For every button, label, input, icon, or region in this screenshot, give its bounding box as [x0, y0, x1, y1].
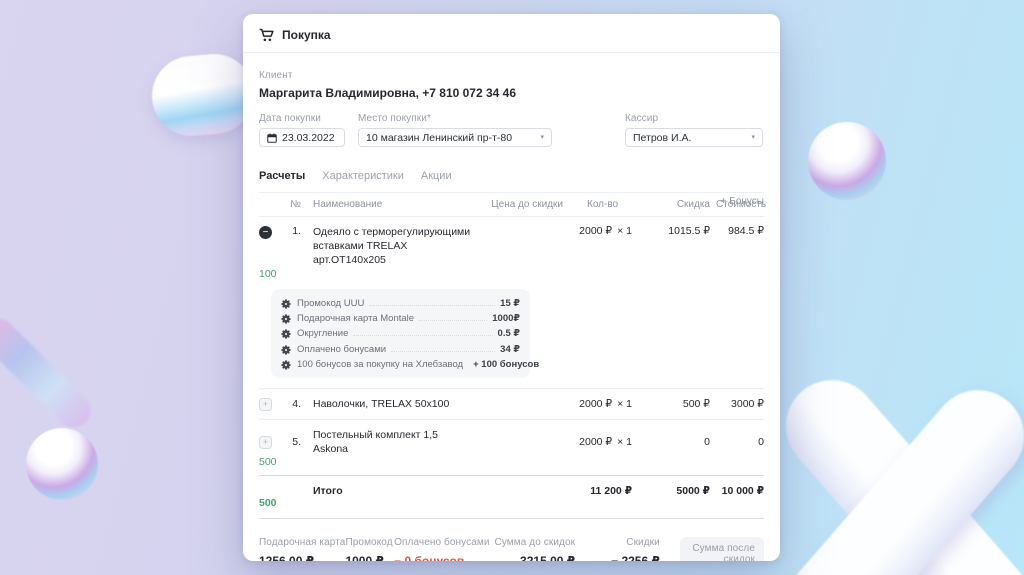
cashier-label: Кассир	[625, 113, 659, 124]
header-divider	[243, 52, 780, 53]
calendar-icon	[267, 133, 277, 143]
expand-row-button[interactable]: +	[259, 435, 272, 449]
purchase-date-field-group: Дата покупки 23.03.2022	[259, 113, 345, 147]
purchase-modal: Покупка Клиент Маргарита Владимировна, +…	[243, 14, 780, 561]
item-name: Постельный комплект 1,5 Askona	[313, 428, 439, 455]
cashier-select[interactable]: Петров И.А. ▾	[625, 128, 763, 147]
bg-sphere-right	[808, 122, 886, 200]
total-label: Итого	[313, 484, 343, 497]
detail-row-paid-bonuses: Оплачено бонусами 34 ₽	[281, 342, 520, 357]
payment-summary: Подарочная карта 1256.00 ₽ Промокод 1000…	[243, 536, 780, 561]
discount-seal-icon	[281, 298, 291, 309]
cart-icon	[259, 28, 274, 42]
row-number: 1.	[292, 225, 301, 237]
row-number: 4.	[292, 398, 301, 411]
page-title: Покупка	[282, 28, 331, 42]
detail-row-gift-card: Подарочная карта Montale 1000₽	[281, 311, 520, 326]
bg-sphere-left	[26, 428, 98, 500]
item-bonus: 500	[259, 455, 277, 468]
client-label: Клиент	[259, 70, 293, 81]
modal-header: Покупка	[243, 14, 780, 52]
item-discount: 0	[704, 435, 710, 448]
col-number: №	[290, 199, 301, 210]
purchase-place-field-group: Место покупки* 10 магазин Ленинский пр-т…	[358, 113, 552, 147]
client-name: Маргарита Владимировна, +7 810 072 34 46	[259, 86, 517, 100]
col-bonus: + Бонусы	[720, 196, 764, 207]
items-table: № Наименование Цена до скидки Кол-во Ски…	[243, 182, 780, 519]
table-header-row: № Наименование Цена до скидки Кол-во Ски…	[259, 192, 766, 217]
purchase-date-label: Дата покупки	[259, 113, 321, 124]
total-price: 11 200 ₽	[590, 484, 632, 497]
item-price-qty: 2000 ₽ × 1	[579, 398, 632, 411]
item-cost: 984.5 ₽	[728, 225, 764, 237]
purchase-date-value: 23.03.2022	[282, 131, 335, 144]
item-bonus: 100	[259, 267, 277, 280]
item-cost: 3000 ₽	[731, 398, 764, 411]
discount-seal-icon	[281, 345, 291, 355]
row-number: 5.	[292, 435, 301, 448]
chevron-down-icon: ▾	[751, 134, 755, 141]
detail-row-purchase-bonuses: 100 бонусов за покупку на Хлебзавод + 10…	[281, 357, 539, 372]
table-row: + 5. Постельный комплект 1,5 Askona 2000…	[259, 420, 764, 475]
detail-row-rounding: Округление 0.5 ₽	[281, 326, 520, 341]
summary-discounts: Скидки − 2256 ₽	[611, 536, 660, 561]
purchase-place-select[interactable]: 10 магазин Ленинский пр-т-80 ▾	[358, 128, 552, 147]
collapse-row-button[interactable]: −	[259, 226, 272, 239]
tab-characteristics[interactable]: Характеристики	[322, 170, 404, 182]
summary-promocode: Промокод 1000 ₽	[345, 536, 393, 561]
total-discount: 5000 ₽	[676, 484, 710, 497]
chevron-down-icon: ▾	[540, 134, 544, 141]
discount-seal-icon	[281, 314, 291, 324]
detail-row-promocode: Промокод UUU 15 ₽	[281, 296, 520, 311]
summary-gift-card: Подарочная карта 1256.00 ₽	[259, 536, 346, 561]
tab-calculations[interactable]: Расчеты	[259, 170, 305, 182]
bg-rod-shape	[0, 311, 98, 435]
expand-row-button[interactable]: +	[259, 398, 272, 412]
col-price: Цена до скидки	[491, 199, 563, 210]
total-cost: 10 000 ₽	[721, 484, 764, 497]
tab-bar: Расчеты Характеристики Акции	[243, 170, 780, 182]
tab-promotions[interactable]: Акции	[421, 170, 452, 182]
client-block: Клиент Маргарита Владимировна, +7 810 07…	[243, 70, 780, 100]
purchase-place-value: 10 магазин Ленинский пр-т-80	[366, 131, 513, 144]
bg-capsule-shape	[148, 50, 258, 140]
item-price-qty: 2000 ₽ × 1	[579, 435, 632, 448]
cashier-field-group: Кассир Петров И.А. ▾	[625, 113, 763, 147]
discount-seal-icon	[281, 329, 291, 340]
table-row: + 4. Наволочки, TRELAX 50x100 2000 ₽ × 1 …	[259, 389, 764, 418]
item-discount: 1015.5 ₽	[668, 225, 710, 237]
purchase-fields: Дата покупки 23.03.2022 Место покупки* 1…	[243, 113, 780, 147]
cashier-value: Петров И.А.	[633, 131, 692, 144]
discount-seal-icon	[281, 360, 291, 370]
col-discount: Скидка	[676, 199, 710, 210]
item-cost: 0	[758, 435, 764, 448]
item-name: Одеяло с терморегулирующими вставками TR…	[313, 226, 471, 267]
purchase-place-label: Место покупки*	[358, 113, 431, 124]
item-discount: 500 ₽	[682, 398, 710, 411]
total-bonus: 500	[259, 496, 277, 509]
purchase-date-input[interactable]: 23.03.2022	[259, 128, 345, 147]
item-price-qty: 2000 ₽ × 1	[579, 225, 632, 237]
row-details-panel: Промокод UUU 15 ₽ Подарочная карта Monta…	[271, 288, 539, 379]
table-row: − 1. Одеяло с терморегулирующими вставка…	[259, 217, 764, 287]
table-total-row: Итого 11 200 ₽ 5000 ₽ 10 000 ₽ 500	[259, 474, 764, 519]
summary-after-discounts: Сумма после скидок 1256.00 ₽ + 234 бонус…	[660, 536, 765, 561]
col-qty: Кол-во	[587, 199, 619, 210]
item-name: Наволочки, TRELAX 50x100	[313, 398, 450, 411]
summary-before-discounts: Сумма до скидок 3215.00 ₽	[494, 536, 576, 561]
col-name: Наименование	[313, 199, 383, 210]
summary-paid-bonuses: Оплачено бонусами − 0 бонусов	[394, 536, 490, 561]
